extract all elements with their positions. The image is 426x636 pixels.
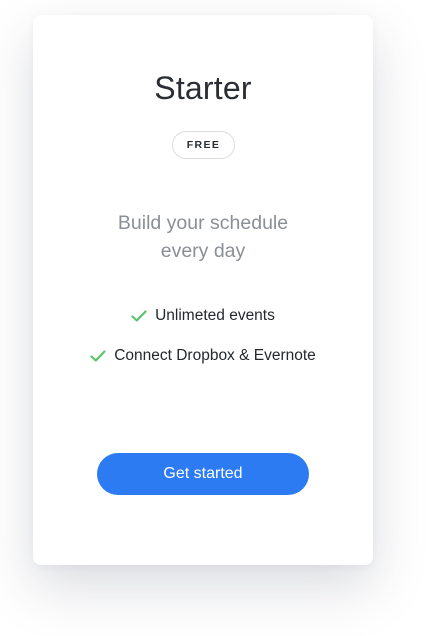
page: Starter FREE Build your schedule every d… <box>0 0 426 636</box>
feature-item: Connect Dropbox & Evernote <box>33 345 373 367</box>
feature-label: Unlimeted events <box>155 307 275 324</box>
feature-list: Unlimeted events Connect Dropbox & Evern… <box>33 305 373 367</box>
plan-title: Starter <box>154 70 252 106</box>
check-icon <box>90 349 106 363</box>
plan-tagline-line1: Build your schedule <box>117 212 289 234</box>
feature-label: Connect Dropbox & Evernote <box>114 347 316 364</box>
pricing-card: Starter FREE Build your schedule every d… <box>33 15 373 565</box>
feature-item: Unlimeted events <box>33 305 373 327</box>
plan-tagline: Build your schedule every day <box>33 209 373 265</box>
plan-tagline-line2: every day <box>160 240 246 262</box>
check-icon <box>131 309 147 323</box>
price-badge: FREE <box>172 131 235 159</box>
get-started-button[interactable]: Get started <box>97 453 309 495</box>
